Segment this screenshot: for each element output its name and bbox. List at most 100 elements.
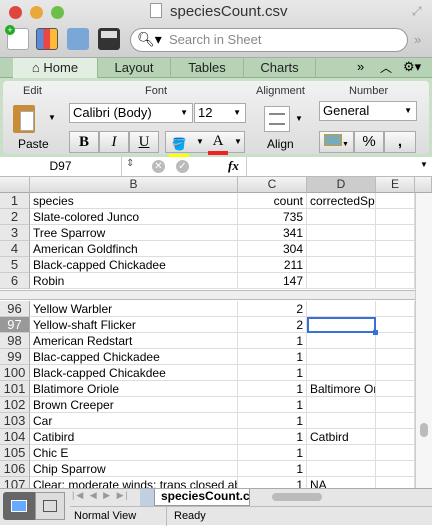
minimize-window-button[interactable] — [30, 6, 43, 19]
tab-home[interactable]: ⌂ Home — [13, 58, 98, 78]
cell-count[interactable]: count — [238, 193, 307, 209]
row-header[interactable]: 99 — [0, 349, 30, 365]
cell-species[interactable]: Black-capped Chicakdee — [30, 365, 238, 381]
row-header[interactable]: 5 — [0, 257, 30, 273]
number-format-select[interactable]: General ▼ — [319, 101, 417, 121]
fill-color-dropdown-icon[interactable]: ▼ — [196, 132, 204, 152]
cell-count[interactable]: 2 — [238, 301, 307, 317]
cell-corrected-species[interactable] — [307, 209, 376, 225]
search-field[interactable]: 🔍︎▾ Search in Sheet — [130, 28, 408, 52]
cell-e[interactable] — [376, 193, 415, 209]
cell-e[interactable] — [376, 301, 415, 317]
cell-count[interactable]: 1 — [238, 381, 307, 397]
percent-button[interactable]: % — [354, 131, 384, 153]
column-header-d[interactable]: D — [307, 177, 376, 193]
align-dropdown-icon[interactable]: ▼ — [295, 114, 303, 123]
zoom-window-button[interactable] — [51, 6, 64, 19]
row-header[interactable]: 1 — [0, 193, 30, 209]
name-box[interactable]: D97 — [0, 157, 122, 176]
row-header[interactable]: 96 — [0, 301, 30, 317]
paste-button[interactable]: Paste — [18, 137, 49, 151]
cell-species[interactable]: Brown Creeper — [30, 397, 238, 413]
cell-count[interactable]: 1 — [238, 445, 307, 461]
tabs-overflow-icon[interactable]: » — [357, 59, 364, 74]
tab-charts[interactable]: Charts — [244, 58, 316, 78]
close-window-button[interactable] — [9, 6, 22, 19]
cell-count[interactable]: 1 — [238, 461, 307, 477]
currency-button[interactable]: ▼ — [319, 131, 354, 153]
cell-e[interactable] — [376, 225, 415, 241]
row-header[interactable]: 98 — [0, 333, 30, 349]
cell-corrected-species[interactable] — [307, 365, 376, 381]
normal-view-button[interactable] — [3, 492, 35, 520]
row-header[interactable]: 104 — [0, 429, 30, 445]
cell-e[interactable] — [376, 209, 415, 225]
horizontal-scroll-thumb[interactable] — [272, 493, 322, 501]
row-header[interactable]: 2 — [0, 209, 30, 225]
cell-species[interactable]: Black-capped Chickadee — [30, 257, 238, 273]
select-all-corner[interactable] — [0, 177, 30, 193]
paste-icon[interactable] — [13, 105, 35, 133]
search-input[interactable]: Search in Sheet — [165, 31, 401, 49]
cell-e[interactable] — [376, 257, 415, 273]
cell-count[interactable]: 1 — [238, 429, 307, 445]
vertical-scroll-thumb[interactable] — [420, 423, 428, 437]
cell-e[interactable] — [376, 349, 415, 365]
column-header-b[interactable]: B — [30, 177, 238, 193]
open-folder-icon[interactable] — [67, 28, 89, 50]
italic-button[interactable]: I — [99, 131, 129, 153]
cell-count[interactable]: 1 — [238, 365, 307, 381]
cell-corrected-species[interactable] — [307, 273, 376, 289]
row-header[interactable]: 6 — [0, 273, 30, 289]
cell-corrected-species[interactable] — [307, 225, 376, 241]
font-color-button[interactable]: A — [208, 131, 228, 155]
cell-count[interactable]: 1 — [238, 333, 307, 349]
cell-count[interactable]: 1 — [238, 397, 307, 413]
cell-e[interactable] — [376, 381, 415, 397]
cell-e[interactable] — [376, 461, 415, 477]
sheet-navigation-arrows[interactable]: |◀ ◀ ▶ ▶| — [72, 490, 130, 501]
cell-e[interactable] — [376, 429, 415, 445]
cell-corrected-species[interactable] — [307, 461, 376, 477]
paste-dropdown-icon[interactable]: ▼ — [48, 113, 56, 122]
cell-corrected-species[interactable] — [307, 333, 376, 349]
enter-icon[interactable]: ✓ — [176, 160, 189, 173]
column-header-c[interactable]: C — [238, 177, 307, 193]
fill-color-icon[interactable]: 🪣 — [169, 134, 189, 158]
cell-corrected-species[interactable]: Baltimore Oriole — [307, 381, 376, 397]
row-header[interactable]: 3 — [0, 225, 30, 241]
save-icon[interactable] — [98, 28, 120, 50]
formula-input[interactable] — [246, 157, 416, 176]
templates-icon[interactable] — [36, 28, 58, 50]
font-size-select[interactable]: 12 ▼ — [194, 103, 246, 123]
cell-corrected-species[interactable]: Catbird — [307, 429, 376, 445]
selected-cell-d97[interactable] — [307, 317, 378, 335]
row-header[interactable]: 4 — [0, 241, 30, 257]
cell-corrected-species[interactable] — [307, 301, 376, 317]
cell-species[interactable]: Blatimore Oriole — [30, 381, 238, 397]
cell-corrected-species[interactable] — [307, 349, 376, 365]
sheet-tab[interactable]: speciesCount.csv — [154, 489, 250, 506]
row-header[interactable]: 100 — [0, 365, 30, 381]
cell-count[interactable]: 211 — [238, 257, 307, 273]
cell-species[interactable]: Chic E — [30, 445, 238, 461]
bold-button[interactable]: B — [69, 131, 99, 153]
cell-corrected-species[interactable] — [307, 397, 376, 413]
cell-count[interactable]: 341 — [238, 225, 307, 241]
tab-tables[interactable]: Tables — [171, 58, 244, 78]
cell-count[interactable]: 1 — [238, 413, 307, 429]
cancel-icon[interactable]: ✕ — [152, 160, 165, 173]
cell-count[interactable]: 1 — [238, 349, 307, 365]
name-box-stepper-icon[interactable]: ⇕ — [126, 158, 134, 169]
column-header-e[interactable]: E — [376, 177, 415, 193]
cell-species[interactable]: Blac-capped Chickadee — [30, 349, 238, 365]
cell-e[interactable] — [376, 397, 415, 413]
cell-species[interactable]: species — [30, 193, 238, 209]
cell-species[interactable]: American Goldfinch — [30, 241, 238, 257]
cell-corrected-species[interactable]: correctedSpecies — [307, 193, 376, 209]
toolbar-overflow-icon[interactable]: » — [414, 32, 421, 47]
font-name-select[interactable]: Calibri (Body) ▼ — [69, 103, 193, 123]
cell-species[interactable]: Slate-colored Junco — [30, 209, 238, 225]
row-header[interactable]: 106 — [0, 461, 30, 477]
align-button[interactable]: Align — [267, 137, 294, 151]
